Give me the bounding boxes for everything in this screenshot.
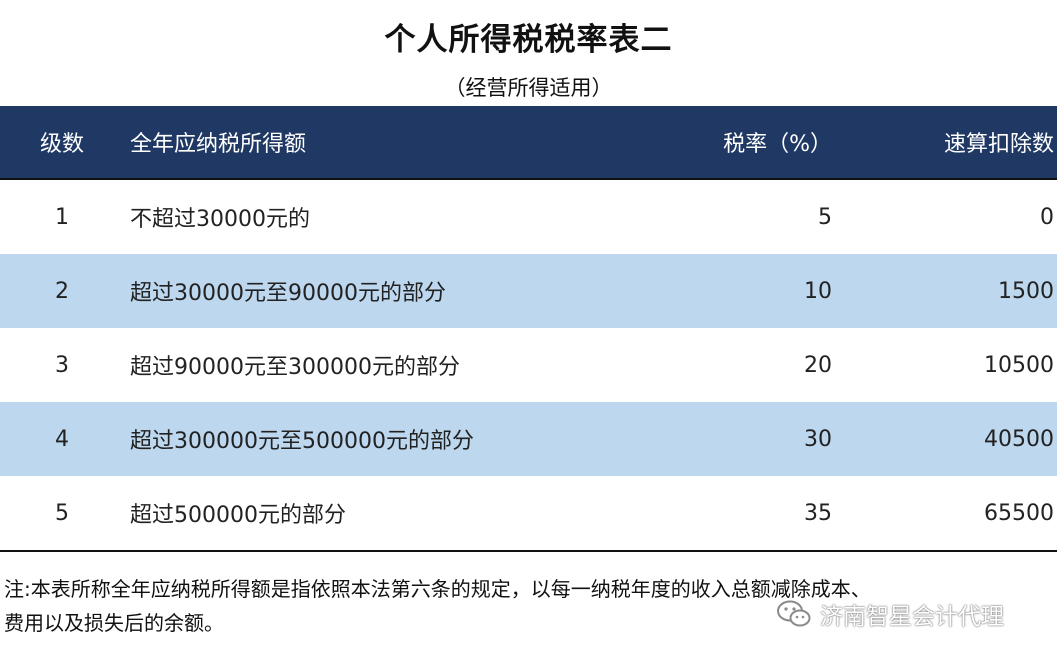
cell-range: 不超过30000元的: [130, 207, 310, 232]
header-level: 级数: [39, 132, 84, 157]
cell-deduction: 1500: [998, 278, 1054, 304]
cell-range: 超过500000元的部分: [130, 503, 346, 528]
cell-level: 1: [55, 204, 69, 230]
watermark: 济南智星会计代理: [776, 594, 1004, 634]
table-row: 2 超过30000元至90000元的部分 10 1500: [0, 254, 1057, 328]
cell-range: 超过300000元至500000元的部分: [130, 429, 474, 454]
page-subtitle: （经营所得适用）: [444, 76, 613, 100]
wechat-icon: [777, 600, 811, 627]
cell-level: 2: [55, 278, 69, 304]
cell-rate: 5: [818, 204, 832, 230]
cell-rate: 20: [804, 352, 832, 378]
table-row: 3 超过90000元至300000元的部分 20 10500: [0, 328, 1057, 402]
cell-deduction: 40500: [984, 426, 1054, 452]
header-rate: 税率（%）: [723, 132, 832, 157]
cell-rate: 10: [804, 278, 832, 304]
cell-level: 4: [55, 426, 69, 452]
cell-range: 超过90000元至300000元的部分: [130, 355, 460, 380]
tax-rate-table: 级数 全年应纳税所得额 税率（%） 速算扣除数 1 不超过30000元的 5 0…: [0, 106, 1057, 552]
cell-deduction: 65500: [984, 500, 1054, 526]
page-title: 个人所得税税率表二: [384, 22, 673, 58]
cell-rate: 35: [804, 500, 832, 526]
cell-rate: 30: [804, 426, 832, 452]
cell-deduction: 10500: [984, 352, 1054, 378]
cell-deduction: 0: [1040, 204, 1054, 230]
table-row: 4 超过300000元至500000元的部分 30 40500: [0, 402, 1057, 476]
table-row: 5 超过500000元的部分 35 65500: [0, 476, 1057, 550]
cell-level: 5: [55, 500, 69, 526]
table-header-row: 级数 全年应纳税所得额 税率（%） 速算扣除数: [0, 106, 1057, 180]
watermark-text: 济南智星会计代理: [820, 604, 1004, 630]
table-bottom-rule: [0, 550, 1057, 552]
cell-level: 3: [55, 352, 69, 378]
table-row: 1 不超过30000元的 5 0: [0, 180, 1057, 254]
header-deduction: 速算扣除数: [943, 132, 1054, 157]
header-range: 全年应纳税所得额: [130, 132, 307, 157]
cell-range: 超过30000元至90000元的部分: [130, 281, 446, 306]
